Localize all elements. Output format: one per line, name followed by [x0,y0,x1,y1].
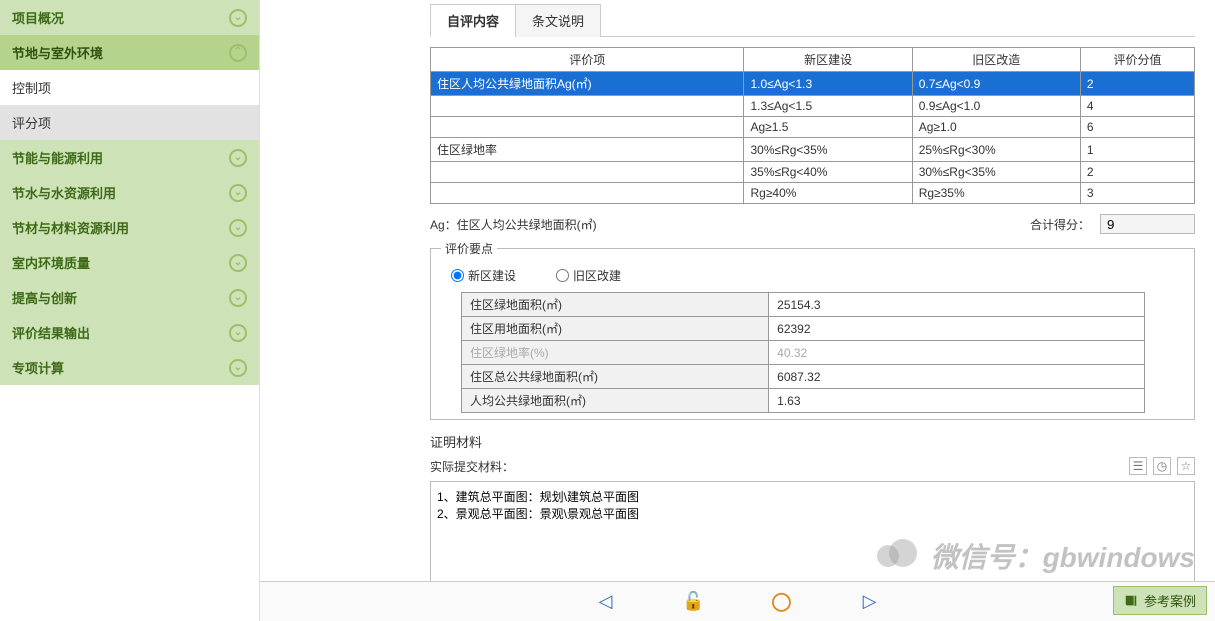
book-icon [1124,594,1138,608]
chevron-down-icon: ⌄ [229,149,247,167]
table-row[interactable]: 住区绿地率30%≤Rg<35%25%≤Rg<30%1 [431,138,1195,162]
sidebar-item-innovation[interactable]: 提高与创新⌄ [0,280,259,315]
th-score: 评价分值 [1080,48,1194,72]
sidebar-item-overview[interactable]: 项目概况⌄ [0,0,259,35]
refresh-button[interactable]: ◯ [768,588,796,616]
sidebar-item-score[interactable]: 评分项 [0,105,259,140]
sidebar-item-control[interactable]: 控制项 [0,70,259,105]
chevron-down-icon: ⌄ [229,324,247,342]
footer-bar: ◁ 🔓 ◯ ▷ [260,581,1215,621]
sidebar-item-result[interactable]: 评价结果输出⌄ [0,315,259,350]
table-row[interactable]: 1.3≤Ag<1.50.9≤Ag<1.04 [431,96,1195,117]
table-row[interactable]: 住区人均公共绿地面积Ag(㎡)1.0≤Ag<1.30.7≤Ag<0.92 [431,72,1195,96]
th-new: 新区建设 [744,48,912,72]
sidebar-item-indoor[interactable]: 室内环境质量⌄ [0,245,259,280]
chevron-down-icon: ⌄ [229,254,247,272]
tab-bar: 自评内容 条文说明 [430,4,1195,37]
table-row: 住区用地面积(㎡)62392 [462,317,1145,341]
table-row[interactable]: Ag≥1.5Ag≥1.06 [431,117,1195,138]
sidebar-item-material[interactable]: 节材与材料资源利用⌄ [0,210,259,245]
sidebar-item-energy[interactable]: 节能与能源利用⌄ [0,140,259,175]
total-label: 合计得分： [1030,216,1090,233]
prev-button[interactable]: ◁ [592,588,620,616]
sidebar-item-site-env[interactable]: 节地与室外环境⌃ [0,35,259,70]
eval-legend: 评价要点 [441,240,497,257]
table-row[interactable]: 35%≤Rg<40%30%≤Rg<35%2 [431,162,1195,183]
table-row: 住区总公共绿地面积(㎡)6087.32 [462,365,1145,389]
radio-new[interactable]: 新区建设 [451,267,516,284]
unlock-button[interactable]: 🔓 [680,588,708,616]
layers-icon[interactable]: ☰ [1129,457,1147,475]
criteria-table: 评价项 新区建设 旧区改造 评价分值 住区人均公共绿地面积Ag(㎡)1.0≤Ag… [430,47,1195,204]
table-row: 住区绿地率(%)40.32 [462,341,1145,365]
eval-fieldset: 评价要点 新区建设 旧区改建 住区绿地面积(㎡)25154.3 住区用地面积(㎡… [430,240,1195,420]
th-item: 评价项 [431,48,744,72]
main-content: 自评内容 条文说明 评价项 新区建设 旧区改造 评价分值 住区人均公共绿地面积A… [260,0,1215,621]
chevron-up-icon: ⌃ [229,44,247,62]
table-row: 人均公共绿地面积(㎡)1.63 [462,389,1145,413]
table-row: 住区绿地面积(㎡)25154.3 [462,293,1145,317]
chevron-down-icon: ⌄ [229,359,247,377]
clock-icon[interactable]: ◷ [1153,457,1171,475]
star-icon[interactable]: ☆ [1177,457,1195,475]
materials-header: 证明材料 [430,432,1195,451]
chevron-down-icon: ⌄ [229,9,247,27]
actual-materials-label: 实际提交材料： [430,458,514,475]
materials-textarea[interactable] [430,481,1195,591]
total-score-input[interactable] [1100,214,1195,234]
th-old: 旧区改造 [912,48,1080,72]
sidebar-item-calc[interactable]: 专项计算⌄ [0,350,259,385]
chevron-down-icon: ⌄ [229,219,247,237]
chevron-down-icon: ⌄ [229,289,247,307]
note-text: Ag：住区人均公共绿地面积(㎡) [430,216,597,233]
chevron-down-icon: ⌄ [229,184,247,202]
radio-old[interactable]: 旧区改建 [556,267,621,284]
tab-self-eval[interactable]: 自评内容 [430,4,516,37]
detail-table: 住区绿地面积(㎡)25154.3 住区用地面积(㎡)62392 住区绿地率(%)… [461,292,1145,413]
sidebar-item-water[interactable]: 节水与水资源利用⌄ [0,175,259,210]
table-row[interactable]: Rg≥40%Rg≥35%3 [431,183,1195,204]
sidebar: 项目概况⌄ 节地与室外环境⌃ 控制项 评分项 节能与能源利用⌄ 节水与水资源利用… [0,0,260,621]
tab-clause[interactable]: 条文说明 [515,4,601,37]
next-button[interactable]: ▷ [856,588,884,616]
reference-case-button[interactable]: 参考案例 [1113,586,1207,615]
